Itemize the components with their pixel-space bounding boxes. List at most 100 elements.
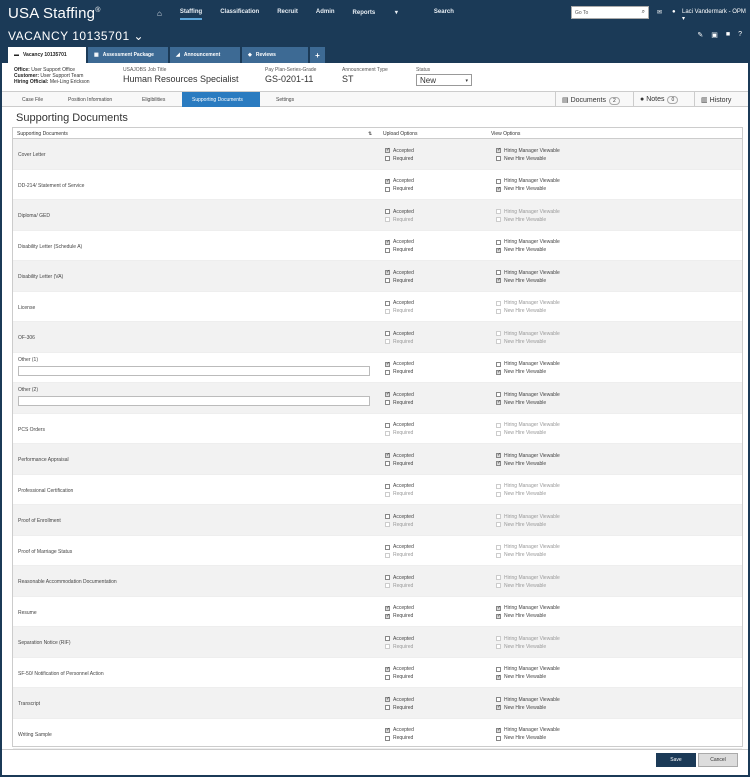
- checkbox[interactable]: [385, 361, 390, 367]
- hiring-manager-viewable-checkbox[interactable]: Hiring Manager Viewable: [496, 696, 560, 703]
- accepted-checkbox[interactable]: Accepted: [385, 666, 414, 673]
- accepted-checkbox[interactable]: Accepted: [385, 147, 414, 154]
- tab-vacancy[interactable]: ▬ Vacancy 10135701: [8, 47, 86, 63]
- accepted-checkbox[interactable]: Accepted: [385, 605, 414, 612]
- vacancy-title[interactable]: VACANCY 10135701 ⌄: [8, 29, 144, 43]
- checkbox[interactable]: [385, 369, 390, 375]
- checkbox[interactable]: [385, 148, 390, 153]
- accepted-checkbox[interactable]: Accepted: [385, 300, 414, 307]
- nav-reports[interactable]: Reports ▾: [353, 9, 416, 20]
- checkbox[interactable]: [496, 156, 501, 161]
- checkbox[interactable]: [385, 483, 390, 489]
- checkbox[interactable]: [385, 392, 390, 397]
- checkbox[interactable]: [385, 735, 390, 741]
- help-icon[interactable]: ?: [738, 31, 742, 39]
- hiring-manager-viewable-checkbox[interactable]: Hiring Manager Viewable: [496, 239, 560, 246]
- new-hire-viewable-checkbox[interactable]: New Hire Viewable: [496, 369, 546, 376]
- new-hire-viewable-checkbox[interactable]: New Hire Viewable: [496, 704, 546, 711]
- checkbox[interactable]: [385, 156, 390, 161]
- checkbox[interactable]: [496, 705, 501, 710]
- tab-assessment-package[interactable]: ▦ Assessment Package: [88, 47, 168, 63]
- checkbox[interactable]: [385, 727, 390, 733]
- checkbox[interactable]: [385, 697, 390, 702]
- notes-tab[interactable]: ● Notes 0: [633, 92, 694, 107]
- checkbox[interactable]: [385, 674, 390, 680]
- hiring-manager-viewable-checkbox[interactable]: Hiring Manager Viewable: [496, 147, 560, 154]
- checkbox[interactable]: [385, 453, 390, 458]
- checkbox[interactable]: [385, 666, 390, 672]
- new-hire-viewable-checkbox[interactable]: New Hire Viewable: [496, 186, 546, 193]
- nav-search[interactable]: Search: [434, 9, 454, 20]
- checkbox[interactable]: [385, 605, 390, 611]
- accepted-checkbox[interactable]: Accepted: [385, 178, 414, 185]
- checkbox[interactable]: [385, 209, 390, 214]
- history-tab[interactable]: ▥ History: [694, 92, 748, 107]
- edit-icon[interactable]: ✎: [697, 31, 703, 39]
- checkbox[interactable]: [496, 727, 501, 733]
- required-checkbox[interactable]: Required: [385, 399, 413, 406]
- checkbox[interactable]: [385, 613, 390, 619]
- checkbox[interactable]: [496, 247, 501, 253]
- app-logo[interactable]: USA Staffing®: [8, 5, 101, 22]
- folder-icon[interactable]: ▣: [711, 31, 718, 39]
- required-checkbox[interactable]: Required: [385, 186, 413, 193]
- new-hire-viewable-checkbox[interactable]: New Hire Viewable: [496, 674, 546, 681]
- required-checkbox[interactable]: Required: [385, 704, 413, 711]
- accepted-checkbox[interactable]: Accepted: [385, 239, 414, 246]
- step-case-file[interactable]: Case File: [22, 92, 43, 107]
- required-checkbox[interactable]: Required: [385, 155, 413, 162]
- new-hire-viewable-checkbox[interactable]: New Hire Viewable: [496, 247, 546, 254]
- checkbox[interactable]: [385, 270, 390, 275]
- checkbox[interactable]: [496, 239, 501, 245]
- checkbox[interactable]: [385, 575, 390, 580]
- checkbox[interactable]: [496, 605, 501, 611]
- checkbox[interactable]: [496, 461, 501, 466]
- add-tab-button[interactable]: +: [310, 47, 325, 63]
- checkbox[interactable]: [496, 278, 501, 283]
- checkbox[interactable]: [385, 461, 390, 466]
- new-hire-viewable-checkbox[interactable]: New Hire Viewable: [496, 735, 546, 742]
- checkbox[interactable]: [385, 422, 390, 428]
- chat-icon[interactable]: ■: [726, 31, 730, 39]
- cancel-button[interactable]: Cancel: [698, 753, 738, 767]
- hiring-manager-viewable-checkbox[interactable]: Hiring Manager Viewable: [496, 727, 560, 734]
- required-checkbox[interactable]: Required: [385, 613, 413, 620]
- other-document-input[interactable]: [18, 396, 370, 406]
- accepted-checkbox[interactable]: Accepted: [385, 727, 414, 734]
- checkbox[interactable]: [496, 453, 501, 458]
- checkbox[interactable]: [496, 186, 501, 192]
- nav-staffing[interactable]: Staffing: [179, 9, 203, 20]
- documents-tab[interactable]: ▤ Documents 2: [555, 92, 633, 107]
- checkbox[interactable]: [496, 613, 501, 619]
- accepted-checkbox[interactable]: Accepted: [385, 391, 414, 398]
- checkbox[interactable]: [385, 178, 390, 184]
- accepted-checkbox[interactable]: Accepted: [385, 330, 414, 337]
- required-checkbox[interactable]: Required: [385, 247, 413, 254]
- checkbox[interactable]: [496, 666, 501, 672]
- tab-reviews[interactable]: ◆ Reviews: [242, 47, 308, 63]
- hiring-manager-viewable-checkbox[interactable]: Hiring Manager Viewable: [496, 666, 560, 673]
- nav-recruit[interactable]: Recruit: [277, 9, 298, 20]
- checkbox[interactable]: [385, 705, 390, 710]
- new-hire-viewable-checkbox[interactable]: New Hire Viewable: [496, 613, 546, 620]
- checkbox[interactable]: [385, 514, 390, 519]
- accepted-checkbox[interactable]: Accepted: [385, 422, 414, 429]
- status-select[interactable]: New ▾: [416, 74, 472, 86]
- other-document-input[interactable]: [18, 365, 370, 376]
- checkbox[interactable]: [385, 300, 390, 306]
- checkbox[interactable]: [496, 697, 501, 702]
- nav-classification[interactable]: Classification: [220, 9, 259, 20]
- accepted-checkbox[interactable]: Accepted: [385, 635, 414, 642]
- checkbox[interactable]: [385, 400, 390, 405]
- step-supporting-documents[interactable]: Supporting Documents: [182, 92, 260, 107]
- nav-admin[interactable]: Admin: [316, 9, 335, 20]
- new-hire-viewable-checkbox[interactable]: New Hire Viewable: [496, 277, 546, 284]
- accepted-checkbox[interactable]: Accepted: [385, 513, 414, 520]
- new-hire-viewable-checkbox[interactable]: New Hire Viewable: [496, 399, 546, 406]
- checkbox[interactable]: [496, 148, 501, 153]
- accepted-checkbox[interactable]: Accepted: [385, 269, 414, 276]
- checkbox[interactable]: [385, 186, 390, 192]
- accepted-checkbox[interactable]: Accepted: [385, 696, 414, 703]
- required-checkbox[interactable]: Required: [385, 460, 413, 467]
- mail-icon[interactable]: ✉: [657, 9, 662, 16]
